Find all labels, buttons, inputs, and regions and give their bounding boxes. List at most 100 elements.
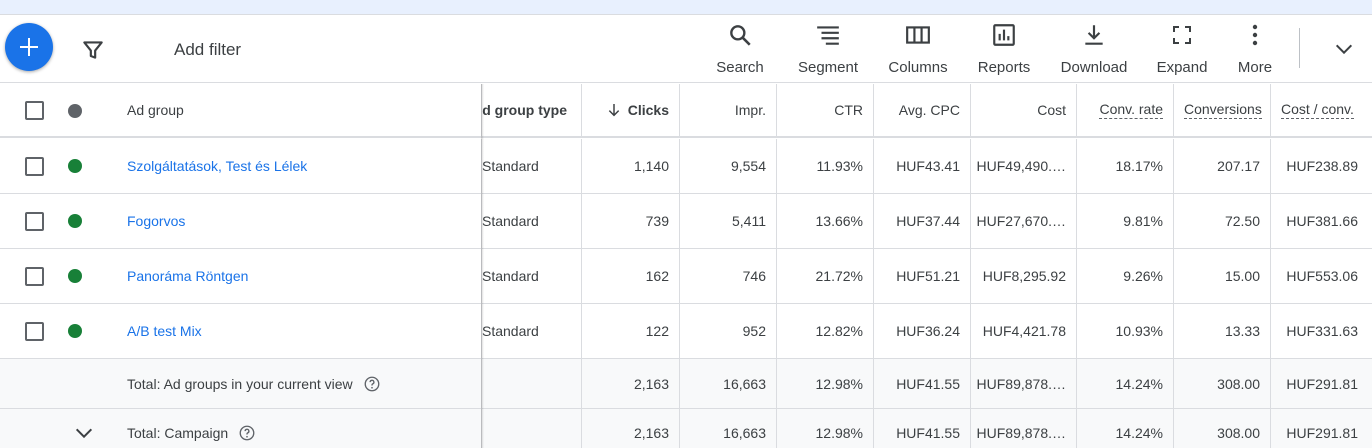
toolbar-divider — [1299, 28, 1300, 68]
header-cost[interactable]: Cost — [970, 84, 1076, 136]
download-button[interactable]: Download — [1058, 21, 1130, 79]
collapse-toolbar-button[interactable] — [1330, 35, 1358, 63]
conversions-cell: 13.33 — [1173, 304, 1270, 358]
expand-campaign-total-button[interactable] — [70, 409, 98, 448]
more-label: More — [1237, 59, 1273, 76]
columns-button[interactable]: Columns — [886, 21, 950, 79]
total-type-cell — [481, 409, 581, 448]
header-avg-cpc[interactable]: Avg. CPC — [873, 84, 970, 136]
total-avg-cpc-cell: HUF41.55 — [873, 409, 970, 448]
cost-conv-cell: HUF331.63 — [1270, 304, 1372, 358]
status-enabled-icon[interactable] — [68, 214, 82, 228]
select-all-checkbox[interactable] — [25, 101, 44, 120]
total-clicks-cell: 2,163 — [581, 409, 679, 448]
conv-rate-cell: 9.81% — [1076, 194, 1173, 248]
conv-rate-cell: 10.93% — [1076, 304, 1173, 358]
header-ad-group-type[interactable]: Ad group type — [481, 84, 581, 136]
header-conversions[interactable]: Conversions — [1173, 84, 1270, 136]
avg-cpc-cell: HUF37.44 — [873, 194, 970, 248]
status-enabled-icon[interactable] — [68, 159, 82, 173]
conversions-cell: 72.50 — [1173, 194, 1270, 248]
total-ctr-cell: 12.98% — [776, 359, 873, 408]
status-header-icon[interactable] — [68, 104, 82, 118]
ad-group-link[interactable]: Fogorvos — [127, 194, 477, 248]
total-cost-cell: HUF89,878.… — [970, 409, 1076, 448]
create-button[interactable] — [5, 23, 53, 71]
conversions-cell: 15.00 — [1173, 249, 1270, 303]
reports-label: Reports — [977, 59, 1031, 76]
segment-button[interactable]: Segment — [795, 21, 861, 79]
total-current-view-label: Total: Ad groups in your current view — [127, 359, 477, 408]
total-conversions-cell: 308.00 — [1173, 359, 1270, 408]
avg-cpc-cell: HUF43.41 — [873, 139, 970, 193]
cost-conv-cell: HUF238.89 — [1270, 139, 1372, 193]
download-icon — [1085, 25, 1103, 45]
ad-group-type-cell: Standard — [481, 249, 581, 303]
ctr-cell: 13.66% — [776, 194, 873, 248]
header-conversions-label: Conversions — [1184, 101, 1262, 119]
table-row: A/B test Mix Standard 122 952 12.82% HUF… — [0, 304, 1372, 359]
ad-group-type-cell: Standard — [481, 304, 581, 358]
frozen-column-shadow — [481, 84, 484, 448]
table-row: Szolgáltatások, Test és Lélek Standard 1… — [0, 139, 1372, 194]
cost-cell: HUF49,490.… — [970, 139, 1076, 193]
row-checkbox[interactable] — [25, 157, 44, 176]
table-header-row: Ad group Ad group type Clicks Impr. CTR … — [0, 84, 1372, 138]
ctr-cell: 12.82% — [776, 304, 873, 358]
clicks-cell: 122 — [581, 304, 679, 358]
more-vert-icon — [1252, 24, 1258, 46]
more-button[interactable]: More — [1234, 21, 1276, 79]
total-ctr-cell: 12.98% — [776, 409, 873, 448]
header-clicks-label: Clicks — [627, 102, 669, 118]
header-ad-group[interactable]: Ad group — [127, 84, 477, 136]
header-conv-rate-label: Conv. rate — [1099, 101, 1163, 119]
total-current-view-text: Total: Ad groups in your current view — [127, 375, 353, 392]
header-impr[interactable]: Impr. — [679, 84, 776, 136]
total-conversions-cell: 308.00 — [1173, 409, 1270, 448]
ctr-cell: 11.93% — [776, 139, 873, 193]
header-cost-conv[interactable]: Cost / conv. — [1270, 84, 1372, 136]
search-button[interactable]: Search — [714, 21, 766, 79]
clicks-cell: 739 — [581, 194, 679, 248]
row-checkbox[interactable] — [25, 322, 44, 341]
impr-cell: 952 — [679, 304, 776, 358]
search-label: Search — [716, 59, 764, 76]
total-campaign-label: Total: Campaign — [127, 409, 477, 448]
row-checkbox[interactable] — [25, 267, 44, 286]
help-icon[interactable] — [363, 375, 381, 393]
table-toolbar: Add filter Search Segment Columns Report… — [0, 15, 1372, 83]
impr-cell: 9,554 — [679, 139, 776, 193]
cost-cell: HUF27,670.… — [970, 194, 1076, 248]
expand-button[interactable]: Expand — [1154, 21, 1210, 79]
total-avg-cpc-cell: HUF41.55 — [873, 359, 970, 408]
expand-label: Expand — [1156, 59, 1208, 76]
total-campaign-text: Total: Campaign — [127, 424, 229, 441]
header-clicks[interactable]: Clicks — [581, 84, 679, 136]
status-enabled-icon[interactable] — [68, 324, 82, 338]
reports-button[interactable]: Reports — [975, 21, 1033, 79]
header-ctr[interactable]: CTR — [776, 84, 873, 136]
clicks-cell: 1,140 — [581, 139, 679, 193]
impr-cell: 5,411 — [679, 194, 776, 248]
chevron-down-icon — [1335, 44, 1353, 55]
total-cost-conv-cell: HUF291.81 — [1270, 359, 1372, 408]
filter-icon[interactable] — [80, 37, 106, 63]
ad-group-type-cell: Standard — [481, 139, 581, 193]
ad-group-link[interactable]: A/B test Mix — [127, 304, 477, 358]
ad-group-type-cell: Standard — [481, 194, 581, 248]
table-row: Fogorvos Standard 739 5,411 13.66% HUF37… — [0, 194, 1372, 249]
cost-cell: HUF4,421.78 — [970, 304, 1076, 358]
reports-icon — [993, 24, 1015, 46]
conv-rate-cell: 18.17% — [1076, 139, 1173, 193]
ad-group-link[interactable]: Panoráma Röntgen — [127, 249, 477, 303]
ad-group-link[interactable]: Szolgáltatások, Test és Lélek — [127, 139, 477, 193]
add-filter-button[interactable]: Add filter — [174, 40, 241, 60]
segment-label: Segment — [797, 59, 859, 76]
row-checkbox[interactable] — [25, 212, 44, 231]
total-cost-cell: HUF89,878.… — [970, 359, 1076, 408]
help-icon[interactable] — [238, 424, 256, 442]
status-enabled-icon[interactable] — [68, 269, 82, 283]
header-conv-rate[interactable]: Conv. rate — [1076, 84, 1173, 136]
avg-cpc-cell: HUF51.21 — [873, 249, 970, 303]
plus-icon — [20, 38, 38, 56]
